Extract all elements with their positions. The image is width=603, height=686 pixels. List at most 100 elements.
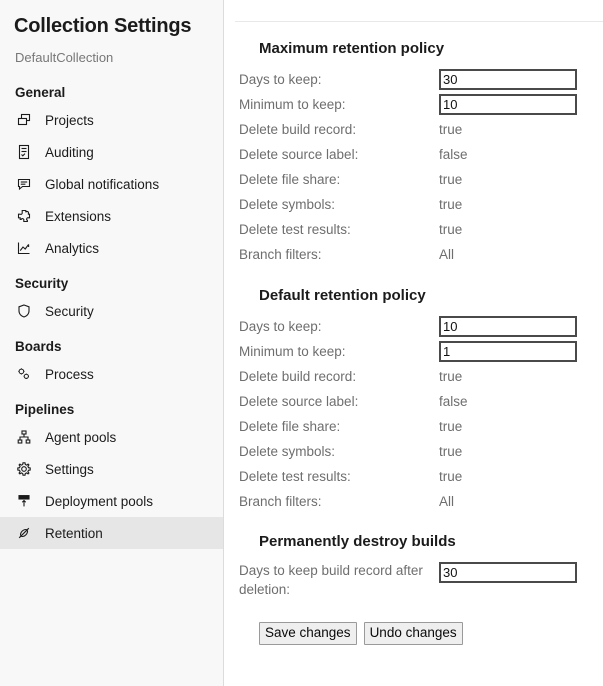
default-retention-rows: Days to keep: Minimum to keep: Delete bu… <box>224 314 603 514</box>
permanently-destroy-rows: Days to keep build record after deletion… <box>224 560 603 599</box>
days-to-keep-after-deletion-input[interactable] <box>439 562 577 583</box>
row-label: Branch filters: <box>239 247 322 262</box>
sidebar-item-label: Auditing <box>45 144 94 160</box>
row-value: All <box>439 247 455 262</box>
row-max-days-to-keep: Days to keep: <box>224 67 603 92</box>
row-default-delete-source-label: Delete source label: false <box>224 389 603 414</box>
sidebar-item-security[interactable]: Security <box>0 295 223 327</box>
row-label: Delete file share: <box>239 172 341 187</box>
nav-group-title-boards: Boards <box>15 339 62 354</box>
sidebar-item-agent-pools[interactable]: Agent pools <box>0 421 223 453</box>
sidebar-item-label: Retention <box>45 525 103 541</box>
deployment-pools-icon <box>15 492 33 510</box>
save-changes-button[interactable]: Save changes <box>259 622 357 645</box>
default-days-to-keep-input[interactable] <box>439 316 577 337</box>
section-heading-maximum-retention: Maximum retention policy <box>259 40 445 57</box>
row-value: true <box>439 369 463 384</box>
nav-group-boards: Boards Process <box>0 336 223 390</box>
row-value: All <box>439 494 455 509</box>
row-max-delete-test-results: Delete test results: true <box>224 217 603 242</box>
row-label: Delete build record: <box>239 369 357 384</box>
row-max-minimum-to-keep: Minimum to keep: <box>224 92 603 117</box>
row-label: Delete symbols: <box>239 197 336 212</box>
page-title: Collection Settings <box>14 15 192 37</box>
row-label: Delete test results: <box>239 222 351 237</box>
sidebar-item-analytics[interactable]: Analytics <box>0 232 223 264</box>
sidebar-item-projects[interactable]: Projects <box>0 104 223 136</box>
row-label: Days to keep build record after deletion… <box>239 563 423 597</box>
section-heading-default-retention: Default retention policy <box>259 287 426 304</box>
auditing-icon <box>15 143 33 161</box>
row-value: true <box>439 222 463 237</box>
nav-group-title-pipelines: Pipelines <box>15 402 75 417</box>
gear-icon <box>15 460 33 478</box>
row-max-delete-source-label: Delete source label: false <box>224 142 603 167</box>
nav-group-title-general: General <box>15 85 66 100</box>
row-label: Delete source label: <box>239 394 359 409</box>
sidebar-item-global-notifications[interactable]: Global notifications <box>0 168 223 200</box>
retention-icon <box>15 524 33 542</box>
row-value: true <box>439 444 463 459</box>
sidebar-item-label: Analytics <box>45 240 100 256</box>
row-days-to-keep-after-deletion: Days to keep build record after deletion… <box>224 560 603 599</box>
row-value: false <box>439 394 468 409</box>
row-label: Delete source label: <box>239 147 359 162</box>
row-label: Minimum to keep: <box>239 97 346 112</box>
action-buttons: Save changes Undo changes <box>259 622 603 645</box>
row-default-days-to-keep: Days to keep: <box>224 314 603 339</box>
row-value: true <box>439 172 463 187</box>
row-label: Days to keep: <box>239 319 322 334</box>
sidebar-item-label: Deployment pools <box>45 493 154 509</box>
row-value: true <box>439 419 463 434</box>
row-label: Days to keep: <box>239 72 322 87</box>
sidebar-item-label: Process <box>45 366 94 382</box>
sidebar-item-deployment-pools[interactable]: Deployment pools <box>0 485 223 517</box>
undo-changes-button[interactable]: Undo changes <box>363 622 463 645</box>
max-minimum-to-keep-input[interactable] <box>439 94 577 115</box>
sidebar-item-auditing[interactable]: Auditing <box>0 136 223 168</box>
agent-pools-icon <box>15 428 33 446</box>
row-default-branch-filters: Branch filters: All <box>224 489 603 514</box>
shield-icon <box>15 302 33 320</box>
process-icon <box>15 365 33 383</box>
row-label: Minimum to keep: <box>239 344 346 359</box>
sidebar-item-extensions[interactable]: Extensions <box>0 200 223 232</box>
default-minimum-to-keep-input[interactable] <box>439 341 577 362</box>
row-value: true <box>439 122 463 137</box>
row-max-delete-file-share: Delete file share: true <box>224 167 603 192</box>
row-value: true <box>439 469 463 484</box>
sidebar-item-label: Settings <box>45 461 94 477</box>
row-label: Delete symbols: <box>239 444 336 459</box>
extensions-icon <box>15 207 33 225</box>
row-value: true <box>439 197 463 212</box>
notifications-icon <box>15 175 33 193</box>
row-default-delete-file-share: Delete file share: true <box>224 414 603 439</box>
row-label: Delete test results: <box>239 469 351 484</box>
row-max-delete-build-record: Delete build record: true <box>224 117 603 142</box>
nav-group-pipelines: Pipelines Agent pools Settings Deploymen… <box>0 399 223 549</box>
sidebar: Collection Settings DefaultCollection Ge… <box>0 0 224 686</box>
retention-settings-panel: Maximum retention policy Days to keep: M… <box>224 22 603 686</box>
nav-group-general: General Projects Auditing Global notific… <box>0 82 223 264</box>
sidebar-item-label: Projects <box>45 112 94 128</box>
row-label: Branch filters: <box>239 494 322 509</box>
row-default-delete-symbols: Delete symbols: true <box>224 439 603 464</box>
sidebar-item-label: Global notifications <box>45 176 160 192</box>
row-value: false <box>439 147 468 162</box>
sidebar-item-label: Agent pools <box>45 429 117 445</box>
projects-icon <box>15 111 33 129</box>
sidebar-item-settings[interactable]: Settings <box>0 453 223 485</box>
row-default-delete-test-results: Delete test results: true <box>224 464 603 489</box>
max-days-to-keep-input[interactable] <box>439 69 577 90</box>
nav-group-title-security: Security <box>15 276 69 291</box>
row-label: Delete file share: <box>239 419 341 434</box>
sidebar-nav: General Projects Auditing Global notific… <box>0 82 223 549</box>
sidebar-item-process[interactable]: Process <box>0 358 223 390</box>
analytics-icon <box>15 239 33 257</box>
sidebar-item-retention[interactable]: Retention <box>0 517 223 549</box>
maximum-retention-rows: Days to keep: Minimum to keep: Delete bu… <box>224 67 603 267</box>
section-heading-permanently-destroy-builds: Permanently destroy builds <box>259 533 456 550</box>
collection-name: DefaultCollection <box>15 50 114 65</box>
row-max-delete-symbols: Delete symbols: true <box>224 192 603 217</box>
main-content: Maximum retention policy Days to keep: M… <box>224 0 603 686</box>
